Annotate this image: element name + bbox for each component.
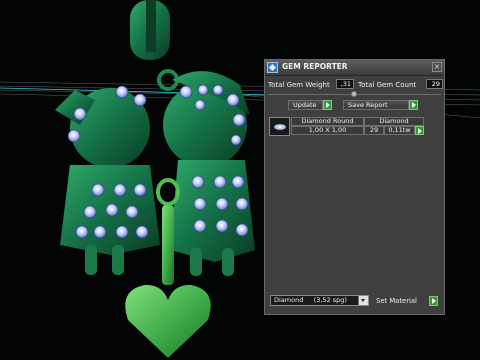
update-button[interactable]: Update xyxy=(288,100,323,110)
gem-reporter-app-icon xyxy=(267,62,278,73)
total-gem-count-value: 29 xyxy=(426,79,443,89)
left-figure-charm xyxy=(55,88,160,275)
set-material-label[interactable]: Set Material xyxy=(376,297,417,305)
save-report-arrow-icon[interactable] xyxy=(409,100,418,110)
round-diamond-icon xyxy=(274,124,286,130)
save-report-button[interactable]: Save Report xyxy=(343,100,409,110)
splitter-handle[interactable] xyxy=(351,91,357,97)
material-select[interactable]: Diamond (3,52 spg) xyxy=(270,295,369,306)
3d-viewport[interactable]: GEM REPORTER × Total Gem Weight ,31 Tota… xyxy=(0,0,480,360)
set-material-arrow-icon[interactable] xyxy=(429,296,438,306)
gem-list-table: Diamond Round Diamond 1,00 X 1,00 29 0,1… xyxy=(269,117,426,137)
right-figure-charm xyxy=(163,71,255,276)
gem-reporter-panel[interactable]: GEM REPORTER × Total Gem Weight ,31 Tota… xyxy=(264,59,445,315)
header-gem-material: Diamond xyxy=(364,117,424,126)
update-arrow-icon[interactable] xyxy=(323,100,332,110)
row-gem-size[interactable]: 1,00 X 1,00 xyxy=(291,126,364,135)
total-gem-weight-label: Total Gem Weight xyxy=(268,81,330,89)
panel-titlebar[interactable]: GEM REPORTER × xyxy=(265,60,444,76)
chevron-down-icon[interactable] xyxy=(358,296,368,305)
material-bar: Diamond (3,52 spg) Set Material xyxy=(270,295,440,307)
close-icon[interactable]: × xyxy=(432,62,442,72)
total-gem-weight-value: ,31 xyxy=(336,79,354,89)
material-select-value: Diamond (3,52 spg) xyxy=(274,296,347,304)
total-gem-count-label: Total Gem Count xyxy=(358,81,417,89)
row-gem-weight[interactable]: 0,11tw xyxy=(384,126,415,135)
gem-stats-row: Total Gem Weight ,31 Total Gem Count 29 xyxy=(268,79,443,91)
row-select-arrow-icon[interactable] xyxy=(415,126,424,135)
header-gem-shape: Diamond Round xyxy=(291,117,364,126)
pendant-bail xyxy=(130,0,179,91)
gem-thumbnail xyxy=(269,117,290,136)
panel-title: GEM REPORTER xyxy=(282,62,348,71)
row-gem-count[interactable]: 29 xyxy=(364,126,384,135)
